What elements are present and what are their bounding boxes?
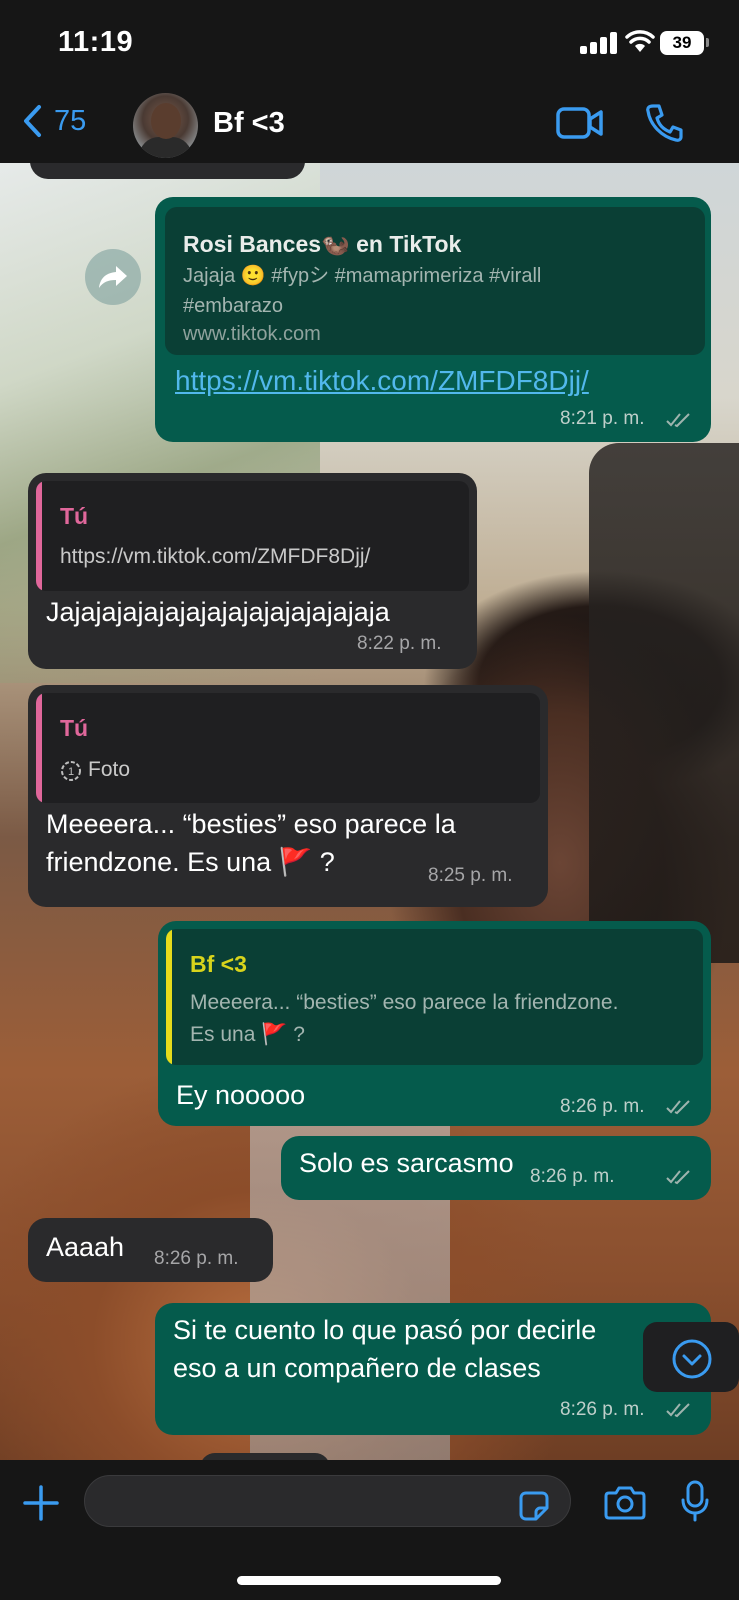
scroll-to-bottom-button[interactable] xyxy=(643,1322,739,1392)
message-input[interactable] xyxy=(84,1475,571,1527)
message-link[interactable]: https://vm.tiktok.com/ZMFDF8Djj/ xyxy=(175,365,589,397)
double-check-icon xyxy=(666,413,690,428)
status-time: 11:19 xyxy=(58,26,134,58)
message-bubble-incoming[interactable]: Aaaah 8:26 p. m. xyxy=(28,1218,273,1282)
quote-text-line-1: Meeeera... “besties” eso parece la frien… xyxy=(190,991,619,1014)
video-call-icon[interactable] xyxy=(556,106,604,140)
forward-icon xyxy=(99,266,127,288)
message-bubble-incoming[interactable]: Tú 1 Foto Meeeera... “besties” eso parec… xyxy=(28,685,548,907)
plus-icon[interactable] xyxy=(22,1484,60,1522)
quoted-message[interactable]: Tú 1 Foto xyxy=(36,693,540,803)
quote-accent-bar xyxy=(166,929,172,1065)
link-preview-title: Rosi Bances🦦 en TikTok xyxy=(183,231,462,257)
quoted-message[interactable]: Tú https://vm.tiktok.com/ZMFDF8Djj/ xyxy=(36,481,469,591)
message-time: 8:22 p. m. xyxy=(357,633,442,654)
message-time: 8:26 p. m. xyxy=(530,1166,615,1187)
quote-author: Tú xyxy=(60,715,89,741)
wifi-icon xyxy=(625,30,655,52)
message-bubble-partial xyxy=(200,1453,330,1460)
message-text-line-2: friendzone. Es una 🚩 ? xyxy=(46,847,335,877)
quote-author: Bf <3 xyxy=(190,951,247,977)
microphone-icon[interactable] xyxy=(680,1480,710,1524)
svg-text:1: 1 xyxy=(68,766,74,778)
double-check-icon xyxy=(666,1170,690,1185)
message-time: 8:21 p. m. xyxy=(560,408,645,429)
message-bubble-partial xyxy=(30,163,305,179)
message-text-line-1: Meeeera... “besties” eso parece la xyxy=(46,809,456,839)
double-check-icon xyxy=(666,1100,690,1115)
camera-icon[interactable] xyxy=(604,1484,646,1520)
quote-author: Tú xyxy=(60,503,89,529)
message-list[interactable]: Rosi Bances🦦 en TikTok Jajaja 🙂 #fypシ #m… xyxy=(0,163,739,1460)
unread-count: 75 xyxy=(54,104,87,137)
message-bubble-outgoing[interactable]: Si te cuento lo que pasó por decirle eso… xyxy=(155,1303,711,1435)
forward-button[interactable] xyxy=(85,249,141,305)
back-button[interactable]: 75 xyxy=(22,104,86,138)
message-text: Ey nooooo xyxy=(176,1080,306,1110)
link-preview-description: Jajaja 🙂 #fypシ #mamaprimeriza #virall #e… xyxy=(183,265,542,317)
message-time: 8:26 p. m. xyxy=(560,1096,645,1117)
battery-tip xyxy=(706,38,709,47)
quote-accent-bar xyxy=(36,481,42,591)
sticker-icon[interactable] xyxy=(518,1490,550,1522)
chevron-down-icon xyxy=(672,1339,712,1379)
message-time: 8:26 p. m. xyxy=(154,1248,239,1269)
status-bar: 11:19 39 xyxy=(0,0,739,90)
double-check-icon xyxy=(666,1403,690,1418)
message-text-line-2: eso a un compañero de clases xyxy=(173,1353,541,1383)
chat-header: 75 Bf <3 xyxy=(0,90,739,163)
battery-level: 39 xyxy=(660,31,704,55)
view-once-icon: 1 xyxy=(61,761,81,781)
quote-text-line-2: Es una 🚩 ? xyxy=(190,1023,305,1046)
quote-text: Foto xyxy=(88,758,131,781)
link-preview-domain: www.tiktok.com xyxy=(183,323,321,345)
quote-text: https://vm.tiktok.com/ZMFDF8Djj/ xyxy=(60,545,371,568)
quoted-message[interactable]: Bf <3 Meeeera... “besties” eso parece la… xyxy=(166,929,703,1065)
quote-accent-bar xyxy=(36,693,42,803)
message-text-line-1: Si te cuento lo que pasó por decirle xyxy=(173,1315,597,1345)
contact-name[interactable]: Bf <3 xyxy=(213,107,285,140)
message-text: Aaaah xyxy=(46,1232,125,1262)
message-bubble-outgoing[interactable]: Bf <3 Meeeera... “besties” eso parece la… xyxy=(158,921,711,1126)
back-chevron-icon xyxy=(24,105,41,137)
message-bubble-incoming[interactable]: Tú https://vm.tiktok.com/ZMFDF8Djj/ Jaja… xyxy=(28,473,477,669)
cellular-signal-icon xyxy=(580,32,618,54)
message-text: Solo es sarcasmo xyxy=(299,1148,514,1178)
home-indicator xyxy=(237,1576,501,1585)
phone-icon[interactable] xyxy=(645,103,683,143)
link-preview-card[interactable]: Rosi Bances🦦 en TikTok Jajaja 🙂 #fypシ #m… xyxy=(165,207,705,355)
message-bubble-outgoing[interactable]: Solo es sarcasmo 8:26 p. m. xyxy=(281,1136,711,1200)
message-text: Jajajajajajajajajajajajajajajaja xyxy=(46,597,390,627)
composer-bar xyxy=(0,1460,739,1600)
message-time: 8:25 p. m. xyxy=(428,865,513,886)
message-time: 8:26 p. m. xyxy=(560,1399,645,1420)
message-bubble-outgoing[interactable]: Rosi Bances🦦 en TikTok Jajaja 🙂 #fypシ #m… xyxy=(155,197,711,442)
avatar[interactable] xyxy=(133,93,198,158)
